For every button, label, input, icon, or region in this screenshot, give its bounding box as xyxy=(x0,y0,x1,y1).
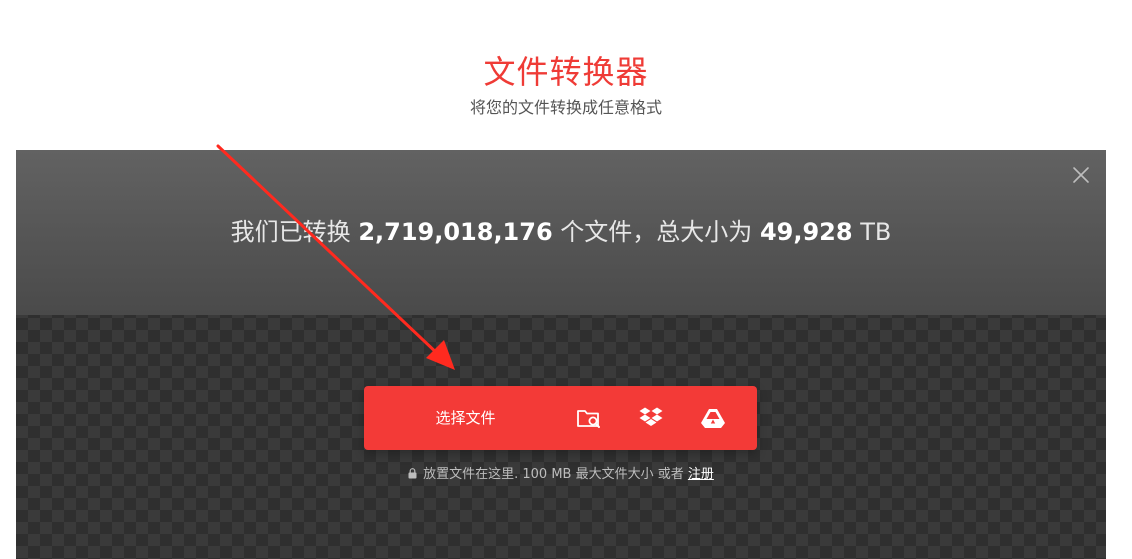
stats-banner: 我们已转换 2,719,018,176 个文件，总大小为 49,928 TB xyxy=(16,150,1106,315)
signup-link[interactable]: 注册 xyxy=(688,467,714,482)
lock-icon xyxy=(408,468,417,479)
stats-middle: 个文件，总大小为 xyxy=(560,218,753,246)
upload-panel: 我们已转换 2,719,018,176 个文件，总大小为 49,928 TB 选… xyxy=(16,150,1106,559)
google-drive-button[interactable] xyxy=(683,386,743,450)
drop-hint-text: 放置文件在这里. 100 MB 最大文件大小 或者 xyxy=(423,467,684,482)
page-subtitle: 将您的文件转换成任意格式 xyxy=(469,98,662,117)
choose-file-button[interactable]: 选择文件 xyxy=(364,386,567,450)
drop-hint: 放置文件在这里. 100 MB 最大文件大小 或者 注册 xyxy=(16,466,1106,484)
folder-search-button[interactable] xyxy=(559,386,619,450)
dropbox-button[interactable] xyxy=(621,386,681,450)
file-upload-box: 选择文件 xyxy=(364,386,757,450)
size-unit: TB xyxy=(860,218,892,246)
google-drive-icon xyxy=(701,409,725,428)
dropbox-icon xyxy=(639,407,663,426)
stats-prefix: 我们已转换 xyxy=(230,218,351,246)
total-size: 49,928 xyxy=(759,218,853,246)
close-icon[interactable] xyxy=(1072,166,1090,184)
hero-header: 文件转换器 将您的文件转换成任意格式 xyxy=(0,0,1132,150)
folder-search-icon xyxy=(577,410,600,428)
page-title: 文件转换器 xyxy=(483,53,649,91)
conversion-stats: 我们已转换 2,719,018,176 个文件，总大小为 49,928 TB xyxy=(16,216,1106,248)
files-count: 2,719,018,176 xyxy=(358,218,553,246)
